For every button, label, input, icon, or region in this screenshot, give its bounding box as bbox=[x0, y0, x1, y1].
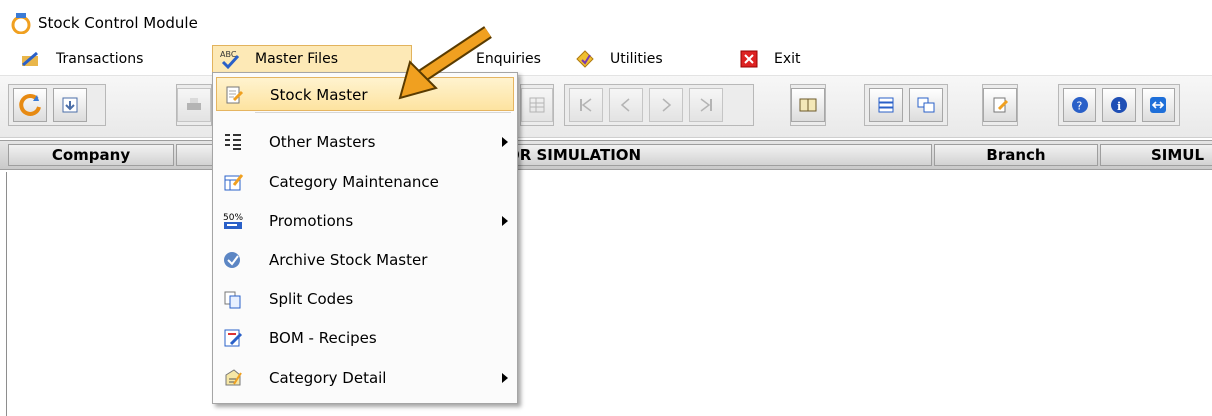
menu-item-label: Category Maintenance bbox=[269, 173, 439, 191]
download-button[interactable] bbox=[53, 88, 87, 122]
work-area bbox=[0, 172, 1212, 416]
svg-text:i: i bbox=[1117, 100, 1121, 113]
menu-item-category-detail[interactable]: Category Detail bbox=[216, 361, 514, 395]
menu-label: Utilities bbox=[610, 51, 663, 67]
menu-item-label: BOM - Recipes bbox=[269, 329, 377, 347]
company-label: Company bbox=[8, 144, 174, 166]
menu-item-label: Split Codes bbox=[269, 290, 354, 308]
prev-record-button[interactable] bbox=[609, 88, 643, 122]
next-record-button[interactable] bbox=[649, 88, 683, 122]
info-button[interactable]: i bbox=[1102, 88, 1136, 122]
menu-label: Exit bbox=[774, 51, 801, 67]
stock-master-icon bbox=[223, 84, 245, 106]
menu-label: Master Files bbox=[255, 51, 338, 67]
recipe-icon bbox=[222, 327, 244, 349]
menu-transactions[interactable]: Transactions bbox=[20, 45, 143, 73]
toolbar-group-8: ? i bbox=[1058, 84, 1180, 126]
refresh-icon bbox=[19, 93, 41, 116]
print-button[interactable] bbox=[177, 88, 211, 122]
help-icon: ? bbox=[1071, 97, 1088, 113]
archive-icon bbox=[222, 249, 244, 271]
app-logo-icon bbox=[11, 13, 31, 34]
svg-text:?: ? bbox=[1076, 100, 1082, 113]
detail-icon bbox=[222, 367, 244, 389]
title-bar: Stock Control Module bbox=[0, 0, 1212, 42]
toolbar-group-2 bbox=[176, 84, 212, 126]
next-icon bbox=[662, 98, 672, 112]
menu-item-label: Category Detail bbox=[269, 369, 387, 387]
help-button[interactable]: ? bbox=[1063, 88, 1097, 122]
toolbar-group-1 bbox=[8, 84, 106, 126]
utilities-icon bbox=[574, 48, 596, 70]
list-icon bbox=[222, 131, 244, 153]
master-files-dropdown: Stock Master Other Masters Category Main… bbox=[212, 72, 518, 404]
info-icon: i bbox=[1110, 97, 1127, 113]
refresh-button[interactable] bbox=[13, 88, 47, 122]
menu-bar: Transactions ABC Master Files AB Enquiri… bbox=[0, 42, 1212, 76]
first-icon bbox=[580, 98, 592, 112]
menu-item-label: Archive Stock Master bbox=[269, 251, 428, 269]
last-icon bbox=[700, 98, 712, 112]
menu-item-label: Stock Master bbox=[270, 86, 368, 104]
download-icon bbox=[62, 97, 78, 113]
category-icon bbox=[222, 171, 244, 193]
window-title: Stock Control Module bbox=[38, 14, 198, 32]
grid-icon bbox=[529, 97, 545, 113]
submenu-arrow-icon bbox=[502, 216, 508, 226]
first-record-button[interactable] bbox=[569, 88, 603, 122]
submenu-arrow-icon bbox=[502, 137, 508, 147]
toolbar-group-5 bbox=[790, 84, 826, 126]
menu-item-split-codes[interactable]: Split Codes bbox=[216, 282, 514, 316]
menu-label: Transactions bbox=[56, 51, 144, 67]
transactions-icon bbox=[20, 48, 42, 70]
printer-icon bbox=[187, 98, 201, 110]
remote-button[interactable] bbox=[1141, 88, 1175, 122]
menu-separator bbox=[255, 112, 511, 113]
menu-item-label: Other Masters bbox=[269, 133, 376, 151]
branch-value: SIMUL bbox=[1100, 144, 1212, 166]
book-button[interactable] bbox=[791, 88, 825, 122]
work-area-border bbox=[6, 172, 7, 416]
edit-button[interactable] bbox=[983, 88, 1017, 122]
navigation-group bbox=[564, 84, 754, 126]
abc-check-icon: ABC bbox=[219, 48, 241, 70]
toolbar-group-7 bbox=[982, 84, 1018, 126]
prev-icon bbox=[620, 98, 630, 112]
company-branch-strip: Company LIQUOR SIMULATION Branch SIMUL bbox=[0, 140, 1212, 170]
percent-icon: 50% bbox=[222, 210, 244, 232]
edit-icon bbox=[993, 97, 1009, 113]
svg-text:ABC: ABC bbox=[220, 50, 237, 59]
submenu-arrow-icon bbox=[502, 373, 508, 383]
menu-item-archive-stock-master[interactable]: Archive Stock Master bbox=[216, 243, 514, 277]
branch-label: Branch bbox=[934, 144, 1098, 166]
toolbar: ? i bbox=[0, 76, 1212, 138]
toolbar-group-3 bbox=[520, 84, 554, 126]
last-record-button[interactable] bbox=[689, 88, 723, 122]
list-view-icon bbox=[878, 97, 894, 113]
split-icon bbox=[222, 288, 244, 310]
pointer-arrow-icon bbox=[398, 26, 492, 100]
remote-icon bbox=[1150, 97, 1167, 113]
menu-item-bom-recipes[interactable]: BOM - Recipes bbox=[216, 321, 514, 355]
menu-item-other-masters[interactable]: Other Masters bbox=[216, 125, 514, 159]
toolbar-group-6 bbox=[864, 84, 948, 126]
menu-item-category-maintenance[interactable]: Category Maintenance bbox=[216, 165, 514, 199]
close-icon bbox=[738, 48, 760, 70]
book-icon bbox=[799, 98, 817, 112]
menu-exit[interactable]: Exit bbox=[738, 45, 801, 73]
window-view-button[interactable] bbox=[909, 88, 943, 122]
menu-master-files[interactable]: ABC Master Files bbox=[212, 45, 412, 73]
list-view-button[interactable] bbox=[869, 88, 903, 122]
svg-text:50%: 50% bbox=[223, 213, 243, 223]
menu-item-promotions[interactable]: 50% Promotions bbox=[216, 204, 514, 238]
menu-item-label: Promotions bbox=[269, 212, 354, 230]
grid-button[interactable] bbox=[521, 88, 553, 122]
windows-icon bbox=[917, 97, 935, 113]
menu-utilities[interactable]: Utilities bbox=[574, 45, 663, 73]
